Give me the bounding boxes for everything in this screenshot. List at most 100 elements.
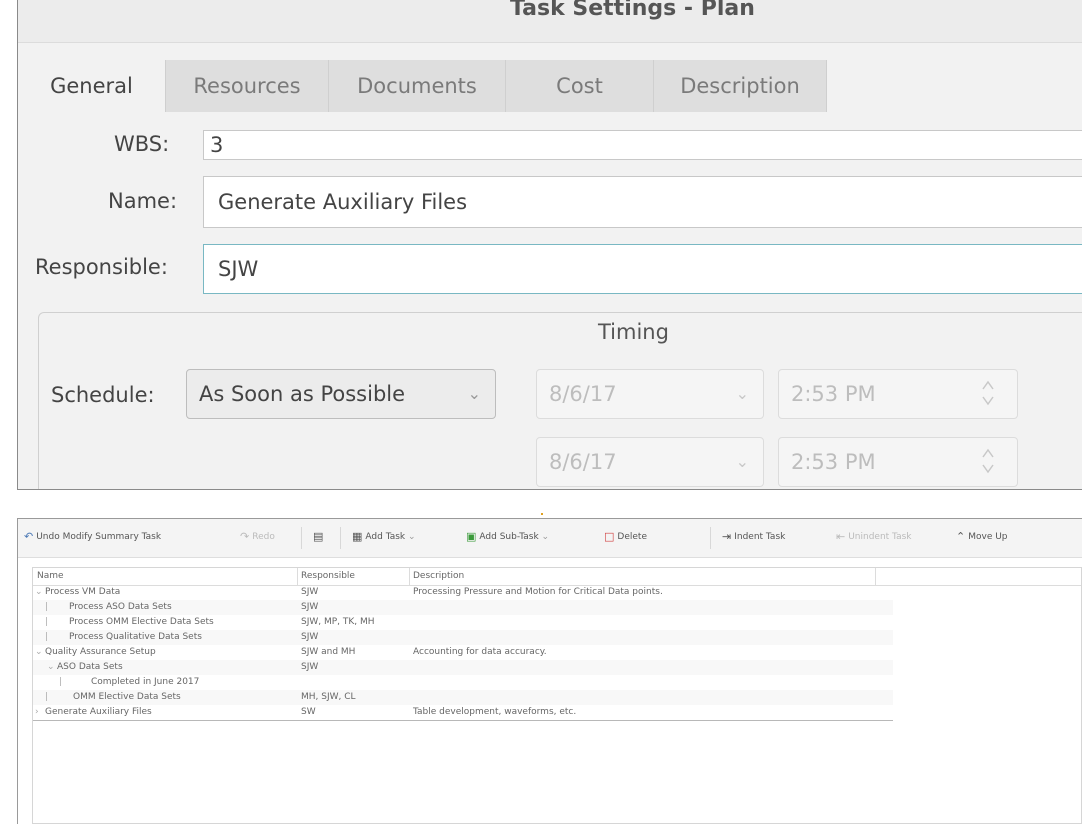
chevron-down-icon: ⌄ bbox=[735, 452, 749, 471]
task-name: Process ASO Data Sets bbox=[69, 602, 172, 612]
column-divider bbox=[875, 568, 876, 585]
column-divider bbox=[297, 568, 298, 585]
task-responsible: MH, SJW, CL bbox=[301, 692, 356, 702]
name-label: Name: bbox=[108, 189, 178, 213]
end-time-value: 2:53 PM bbox=[791, 450, 876, 474]
task-responsible: SJW bbox=[301, 662, 319, 672]
table-row[interactable]: › Generate Auxiliary Files SW Table deve… bbox=[33, 705, 893, 721]
start-time-spinner[interactable]: 2:53 PM bbox=[778, 369, 1018, 419]
tab-description[interactable]: Description bbox=[654, 60, 827, 112]
redo-button[interactable]: ↷ Redo bbox=[240, 530, 275, 543]
move-up-label: Move Up bbox=[968, 532, 1008, 542]
start-time-value: 2:53 PM bbox=[791, 382, 876, 406]
table-row[interactable]: ⌄ Process VM Data SJW Processing Pressur… bbox=[33, 585, 893, 600]
schedule-label: Schedule: bbox=[51, 383, 155, 407]
column-header-responsible[interactable]: Responsible bbox=[301, 571, 355, 581]
add-task-icon: ▦ bbox=[352, 530, 363, 543]
tab-resources[interactable]: Resources bbox=[166, 60, 329, 112]
chevron-down-icon: ⌄ bbox=[735, 384, 749, 403]
responsible-field[interactable]: SJW bbox=[203, 244, 1082, 294]
task-description: Table development, waveforms, etc. bbox=[413, 707, 577, 717]
dialog-titlebar: Task Settings - Plan bbox=[18, 0, 1082, 43]
unindent-icon: ⇤ bbox=[836, 530, 846, 543]
indent-task-label: Indent Task bbox=[734, 532, 786, 542]
task-responsible: SJW bbox=[301, 632, 319, 642]
tree-line-icon: | bbox=[45, 617, 49, 627]
task-outline-view: ↶ Undo Modify Summary Task ↷ Redo ▤ ▦ Add T… bbox=[17, 518, 1082, 824]
undo-label: Undo Modify Summary Task bbox=[36, 532, 162, 542]
grid-header: Name Responsible Description bbox=[33, 568, 1081, 586]
responsible-label: Responsible: bbox=[35, 255, 168, 279]
table-row[interactable]: ⌄ Quality Assurance Setup SJW and MH Acc… bbox=[33, 645, 893, 660]
task-settings-dialog: Task Settings - Plan General Resources D… bbox=[17, 0, 1082, 490]
task-name: Process OMM Elective Data Sets bbox=[69, 617, 214, 627]
wbs-field[interactable]: 3 bbox=[203, 130, 1082, 160]
schedule-dropdown[interactable]: As Soon as Possible ⌄ bbox=[186, 369, 496, 419]
end-date-picker[interactable]: 8/6/17 ⌄ bbox=[536, 437, 764, 487]
task-responsible: SJW bbox=[301, 602, 319, 612]
expander-icon[interactable]: ⌄ bbox=[35, 647, 43, 657]
table-row[interactable]: | Process ASO Data Sets SJW bbox=[33, 600, 893, 615]
tab-cost[interactable]: Cost bbox=[506, 60, 654, 112]
tree-line-icon: | bbox=[45, 692, 49, 702]
unindent-task-label: Unindent Task bbox=[848, 532, 912, 542]
spinner-arrows-icon bbox=[982, 380, 994, 406]
indent-task-button[interactable]: ⇥ Indent Task bbox=[722, 530, 785, 543]
toolbar-separator bbox=[340, 527, 341, 549]
name-field[interactable]: Generate Auxiliary Files bbox=[203, 176, 1082, 228]
task-name: ASO Data Sets bbox=[57, 662, 123, 672]
tab-documents[interactable]: Documents bbox=[329, 60, 506, 112]
schedule-value: As Soon as Possible bbox=[199, 382, 406, 406]
move-up-button[interactable]: ⌃ Move Up bbox=[956, 530, 1008, 543]
task-description: Accounting for data accuracy. bbox=[413, 647, 547, 657]
expander-icon[interactable]: › bbox=[35, 707, 39, 717]
spinner-arrows-icon bbox=[982, 448, 994, 474]
properties-icon: ▤ bbox=[313, 530, 324, 543]
task-responsible: SJW, MP, TK, MH bbox=[301, 617, 375, 627]
column-divider bbox=[409, 568, 410, 585]
tab-general[interactable]: General bbox=[18, 60, 166, 112]
delete-button[interactable]: □ Delete bbox=[604, 530, 647, 543]
toolbar-separator bbox=[301, 527, 302, 549]
undo-button[interactable]: ↶ Undo Modify Summary Task bbox=[24, 530, 161, 543]
table-row[interactable]: | Completed in June 2017 bbox=[33, 675, 893, 690]
task-name: OMM Elective Data Sets bbox=[73, 692, 181, 702]
table-row[interactable]: | Process Qualitative Data Sets SJW bbox=[33, 630, 893, 645]
timing-title: Timing bbox=[598, 320, 669, 344]
task-name: Completed in June 2017 bbox=[91, 677, 200, 687]
dialog-title: Task Settings - Plan bbox=[510, 0, 755, 21]
properties-button[interactable]: ▤ bbox=[313, 530, 326, 543]
add-subtask-label: Add Sub-Task bbox=[479, 532, 539, 542]
redo-label: Redo bbox=[252, 532, 275, 542]
redo-icon: ↷ bbox=[240, 530, 250, 543]
table-row[interactable]: ⌄ ASO Data Sets SJW bbox=[33, 660, 893, 675]
expander-icon[interactable]: ⌄ bbox=[35, 587, 43, 597]
add-task-button[interactable]: ▦ Add Task ⌄ bbox=[352, 530, 416, 543]
task-responsible: SW bbox=[301, 707, 316, 717]
expander-icon[interactable]: ⌄ bbox=[47, 662, 55, 672]
tree-line-icon: | bbox=[45, 632, 49, 642]
column-header-description[interactable]: Description bbox=[413, 571, 464, 581]
task-name: Process Qualitative Data Sets bbox=[69, 632, 202, 642]
task-description: Processing Pressure and Motion for Criti… bbox=[413, 587, 663, 597]
task-name: Quality Assurance Setup bbox=[45, 647, 156, 657]
table-row[interactable]: | Process OMM Elective Data Sets SJW, MP… bbox=[33, 615, 893, 630]
unindent-task-button[interactable]: ⇤ Unindent Task bbox=[836, 530, 911, 543]
table-row[interactable]: | OMM Elective Data Sets MH, SJW, CL bbox=[33, 690, 893, 705]
task-name: Process VM Data bbox=[45, 587, 121, 597]
add-subtask-button[interactable]: ▣ Add Sub-Task ⌄ bbox=[466, 530, 549, 543]
task-responsible: SJW bbox=[301, 587, 319, 597]
tree-line-icon: | bbox=[59, 677, 63, 687]
wbs-label: WBS: bbox=[114, 132, 170, 156]
end-date-value: 8/6/17 bbox=[549, 450, 617, 474]
task-responsible: SJW and MH bbox=[301, 647, 356, 657]
start-date-value: 8/6/17 bbox=[549, 382, 617, 406]
column-header-name[interactable]: Name bbox=[37, 571, 64, 581]
chevron-down-icon: ⌄ bbox=[408, 532, 416, 542]
tab-bar: General Resources Documents Cost Descrip… bbox=[18, 60, 1082, 112]
end-time-spinner[interactable]: 2:53 PM bbox=[778, 437, 1018, 487]
chevron-down-icon: ⌄ bbox=[467, 384, 481, 403]
tree-line-icon: | bbox=[45, 602, 49, 612]
indent-icon: ⇥ bbox=[722, 530, 732, 543]
start-date-picker[interactable]: 8/6/17 ⌄ bbox=[536, 369, 764, 419]
